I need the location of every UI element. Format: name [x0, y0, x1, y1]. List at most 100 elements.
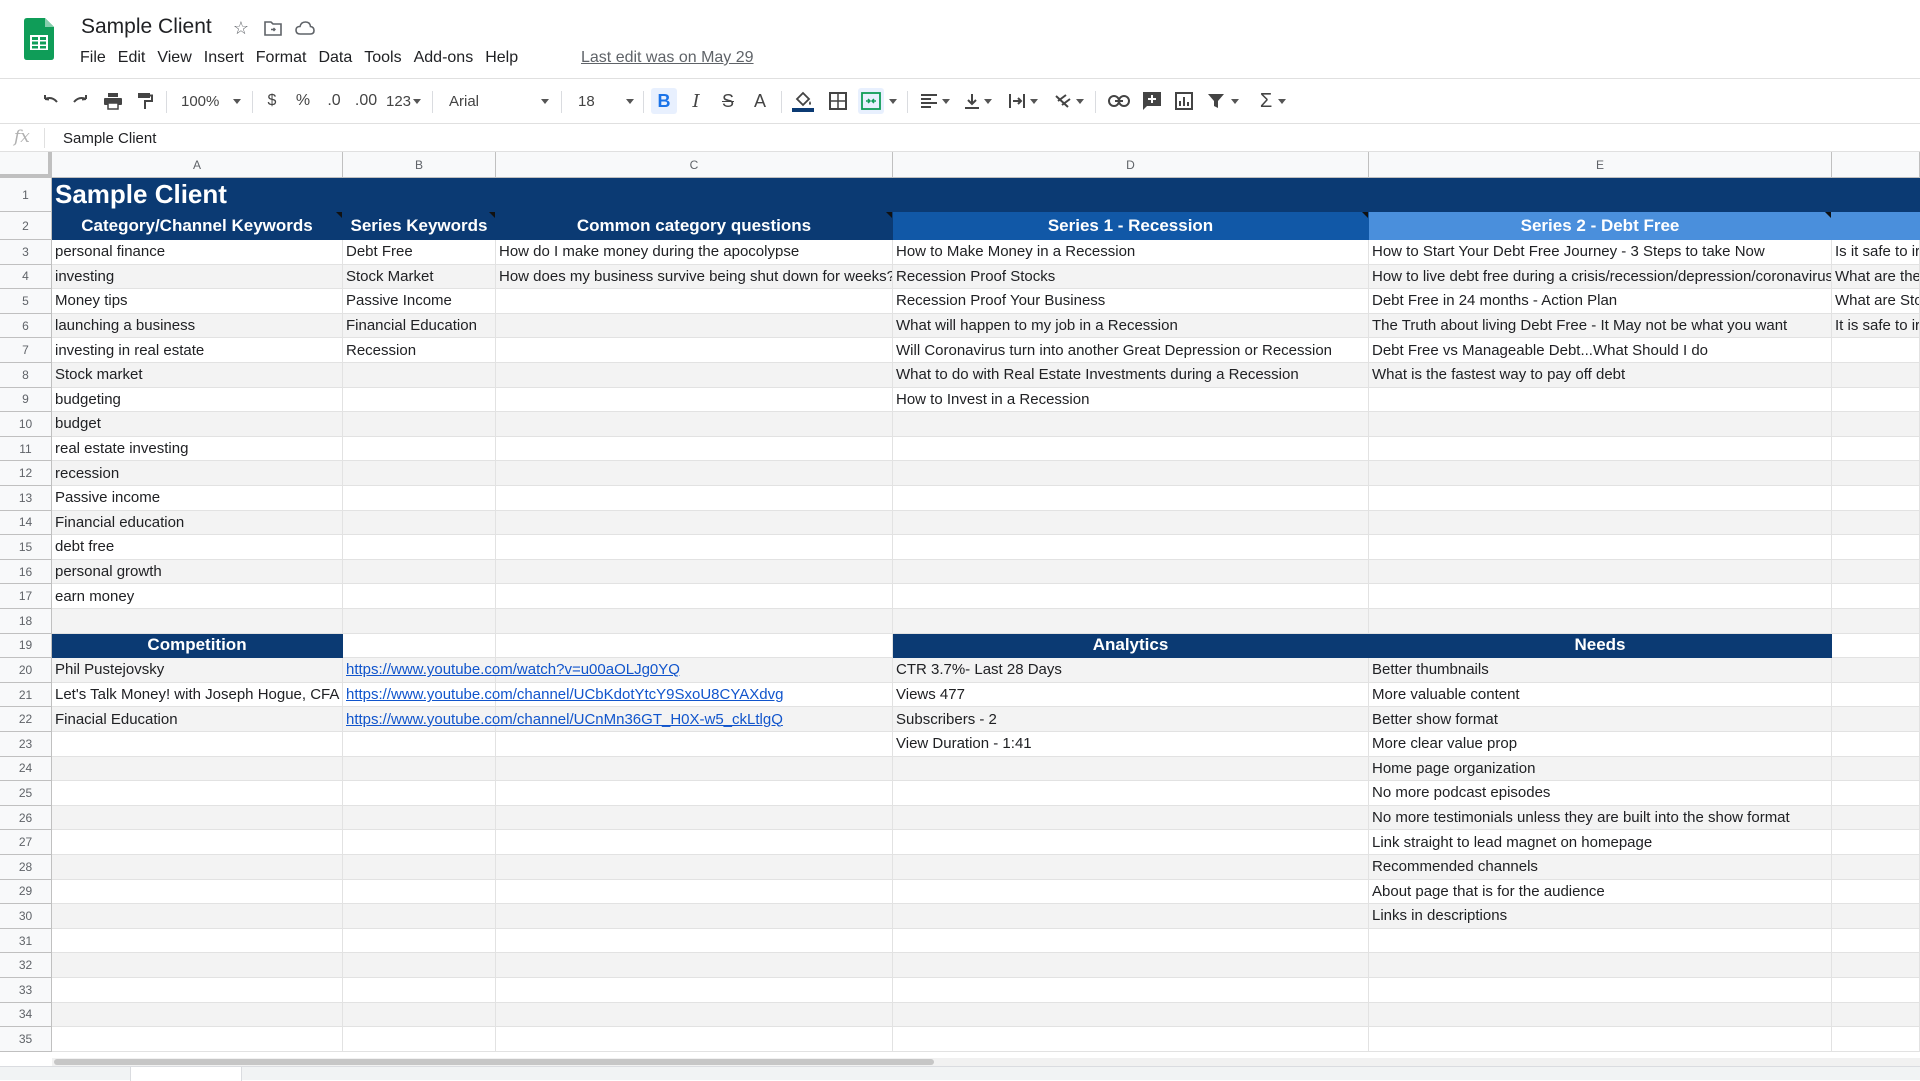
row-header[interactable]: 10: [0, 412, 52, 437]
merge-options-dropdown[interactable]: [887, 88, 899, 114]
cell[interactable]: [343, 805, 496, 831]
font-size-select[interactable]: 18: [578, 88, 634, 114]
cell[interactable]: [496, 363, 893, 388]
row-header[interactable]: 14: [0, 510, 52, 536]
cell-keyword[interactable]: earn money: [52, 584, 343, 609]
cell[interactable]: [343, 633, 496, 659]
strikethrough-button[interactable]: S: [716, 88, 740, 114]
cell[interactable]: [1832, 658, 1920, 683]
spreadsheet-grid[interactable]: A B C D E 1 2 3 4 5 6 7 8 9 10 11 12 13 14 15 16 17 18 19 20 21 22…: [0, 152, 1920, 1064]
cell-series-keyword[interactable]: Debt Free: [343, 240, 496, 265]
cell-question[interactable]: How do I make money during the apocolyps…: [496, 240, 893, 265]
cell[interactable]: [1832, 953, 1920, 978]
cell-series-2-title[interactable]: Debt Free vs Manageable Debt...What Shou…: [1369, 338, 1832, 363]
cell[interactable]: [893, 461, 1369, 486]
cell[interactable]: [1832, 510, 1920, 536]
cell-keyword[interactable]: Passive income: [52, 486, 343, 511]
column-header-f[interactable]: [1832, 152, 1920, 178]
menu-tools[interactable]: Tools: [364, 49, 413, 67]
cell[interactable]: [1369, 461, 1832, 486]
row-header[interactable]: 35: [0, 1027, 52, 1052]
cell-need[interactable]: More clear value prop: [1369, 732, 1832, 757]
cell-need[interactable]: Better show format: [1369, 707, 1832, 732]
header-category-keywords[interactable]: Category/Channel Keywords: [52, 212, 343, 240]
row-header[interactable]: 7: [0, 338, 52, 363]
column-header-a[interactable]: A: [52, 152, 343, 178]
cell-series-1-title[interactable]: What to do with Real Estate Investments …: [893, 363, 1369, 388]
cell-analytics[interactable]: Views 477: [893, 682, 1369, 708]
cell-competitor-name[interactable]: Phil Pustejovsky: [52, 658, 343, 683]
cell[interactable]: [1832, 535, 1920, 560]
row-header[interactable]: 12: [0, 461, 52, 486]
cell[interactable]: [343, 855, 496, 880]
last-edit-link[interactable]: Last edit was on May 29: [581, 49, 754, 67]
cell-series-keyword[interactable]: Recession: [343, 338, 496, 363]
cell[interactable]: [496, 510, 893, 536]
cell[interactable]: [1832, 387, 1920, 413]
insert-comment-icon[interactable]: [1139, 88, 1165, 114]
header-series-1[interactable]: Series 1 - Recession: [893, 212, 1369, 240]
cell[interactable]: [1369, 928, 1832, 954]
cell[interactable]: [1369, 535, 1832, 560]
increase-decimal-button[interactable]: .00: [353, 88, 379, 114]
row-header[interactable]: 2: [0, 212, 52, 240]
cell[interactable]: [343, 830, 496, 855]
menu-format[interactable]: Format: [256, 49, 319, 67]
cell[interactable]: [52, 978, 343, 1003]
cell[interactable]: [496, 1002, 893, 1028]
row-header[interactable]: 9: [0, 387, 52, 413]
sheet-title-cell[interactable]: Sample Client: [52, 178, 1920, 212]
cell[interactable]: [1369, 584, 1832, 609]
row-header[interactable]: 27: [0, 830, 52, 855]
cell[interactable]: [343, 953, 496, 978]
row-header[interactable]: 33: [0, 978, 52, 1003]
cell-keyword[interactable]: budget: [52, 412, 343, 437]
cell[interactable]: [1369, 1002, 1832, 1028]
row-header[interactable]: 26: [0, 805, 52, 831]
cell-need[interactable]: Links in descriptions: [1369, 904, 1832, 929]
cell-need[interactable]: More valuable content: [1369, 682, 1832, 708]
cell[interactable]: [496, 461, 893, 486]
cell[interactable]: [496, 313, 893, 339]
row-header[interactable]: 21: [0, 682, 52, 708]
cell[interactable]: [893, 486, 1369, 511]
cell[interactable]: [496, 781, 893, 806]
font-family-select[interactable]: Arial: [449, 88, 549, 114]
undo-icon[interactable]: [38, 88, 62, 114]
cell[interactable]: [893, 805, 1369, 831]
cell[interactable]: [343, 1002, 496, 1028]
cell[interactable]: [893, 830, 1369, 855]
bold-button[interactable]: B: [651, 88, 677, 114]
text-color-button[interactable]: A: [748, 88, 772, 114]
row-header[interactable]: 24: [0, 756, 52, 782]
cell[interactable]: [893, 584, 1369, 609]
cell[interactable]: [1832, 1002, 1920, 1028]
cell[interactable]: [52, 855, 343, 880]
cell[interactable]: [1832, 781, 1920, 806]
cell[interactable]: [1832, 412, 1920, 437]
cell[interactable]: [1369, 609, 1832, 634]
cell[interactable]: [1832, 1027, 1920, 1052]
cell[interactable]: [893, 904, 1369, 929]
header-analytics[interactable]: Analytics: [893, 633, 1369, 659]
cell[interactable]: [496, 289, 893, 314]
cell-series-2-title[interactable]: The Truth about living Debt Free - It Ma…: [1369, 313, 1832, 339]
row-header[interactable]: 25: [0, 781, 52, 806]
cell[interactable]: [1369, 1027, 1832, 1052]
cell-series-2-title[interactable]: How to live debt free during a crisis/re…: [1369, 264, 1832, 290]
select-all-corner[interactable]: [0, 152, 52, 178]
horizontal-align-icon[interactable]: [918, 88, 952, 114]
header-series-3[interactable]: [1832, 212, 1920, 240]
cell[interactable]: [1832, 633, 1920, 659]
cell-analytics[interactable]: Subscribers - 2: [893, 707, 1369, 732]
cell[interactable]: [496, 436, 893, 462]
cell[interactable]: [52, 1027, 343, 1052]
decrease-decimal-button[interactable]: .0: [323, 88, 345, 114]
cell[interactable]: [1832, 978, 1920, 1003]
insert-link-icon[interactable]: [1106, 88, 1132, 114]
cell-series-2-title[interactable]: What is the fastest way to pay off debt: [1369, 363, 1832, 388]
row-header[interactable]: 18: [0, 609, 52, 634]
cell[interactable]: [343, 756, 496, 782]
cell[interactable]: [343, 436, 496, 462]
functions-icon[interactable]: Σ: [1256, 88, 1290, 114]
